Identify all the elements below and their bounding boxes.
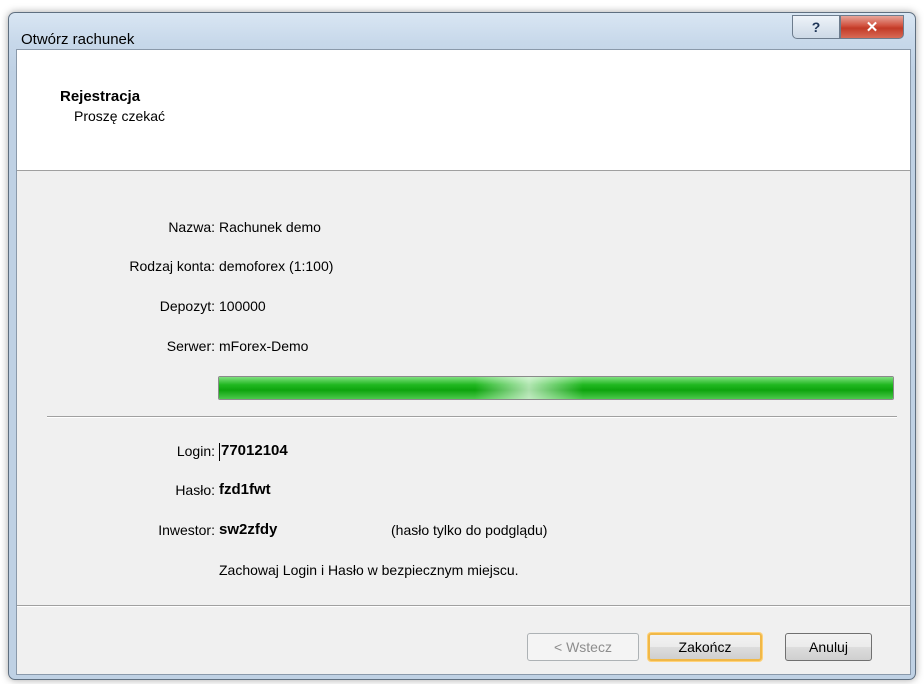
account-type-label: Rodzaj konta:	[129, 258, 215, 274]
investor-note: (hasło tylko do podglądu)	[391, 522, 548, 538]
window-title: Otwórz rachunek	[21, 31, 135, 48]
name-label: Nazwa:	[168, 219, 215, 235]
header-title: Rejestracja	[60, 88, 141, 105]
password-label: Hasło:	[175, 482, 215, 498]
cancel-button[interactable]: Anuluj	[785, 633, 872, 661]
dialog-content: Rejestracja Proszę czekać Nazwa: Rachune…	[16, 49, 911, 675]
login-label: Login:	[176, 443, 215, 459]
progress-fill	[219, 377, 893, 399]
header-subtitle: Proszę czekać	[74, 108, 166, 124]
server-label: Serwer:	[166, 338, 215, 354]
login-value[interactable]: 77012104	[221, 442, 288, 459]
text-cursor	[219, 443, 220, 461]
close-icon: ✕	[865, 19, 879, 36]
investor-label: Inwestor:	[158, 522, 215, 538]
separator-top	[47, 416, 897, 418]
name-value: Rachunek demo	[219, 219, 321, 235]
account-type-value: demoforex (1:100)	[219, 258, 334, 274]
finish-button[interactable]: Zakończ	[648, 633, 762, 661]
dialog-window: Otwórz rachunek ? ✕ Rejestracja Proszę c…	[8, 12, 916, 680]
wizard-header: Rejestracja Proszę czekać	[17, 50, 910, 171]
deposit-value: 100000	[219, 298, 266, 314]
back-button[interactable]: < Wstecz	[527, 633, 639, 661]
server-value: mForex-Demo	[219, 338, 309, 354]
help-button[interactable]: ?	[792, 15, 840, 39]
password-value[interactable]: fzd1fwt	[219, 481, 271, 498]
separator-bottom	[17, 605, 910, 607]
help-icon: ?	[811, 19, 821, 35]
save-credentials-notice: Zachowaj Login i Hasło w bezpiecznym mie…	[219, 562, 519, 578]
deposit-label: Depozyt:	[159, 298, 215, 314]
registration-progress-bar	[218, 376, 894, 400]
investor-value[interactable]: sw2zfdy	[219, 521, 277, 538]
close-button[interactable]: ✕	[840, 15, 904, 39]
